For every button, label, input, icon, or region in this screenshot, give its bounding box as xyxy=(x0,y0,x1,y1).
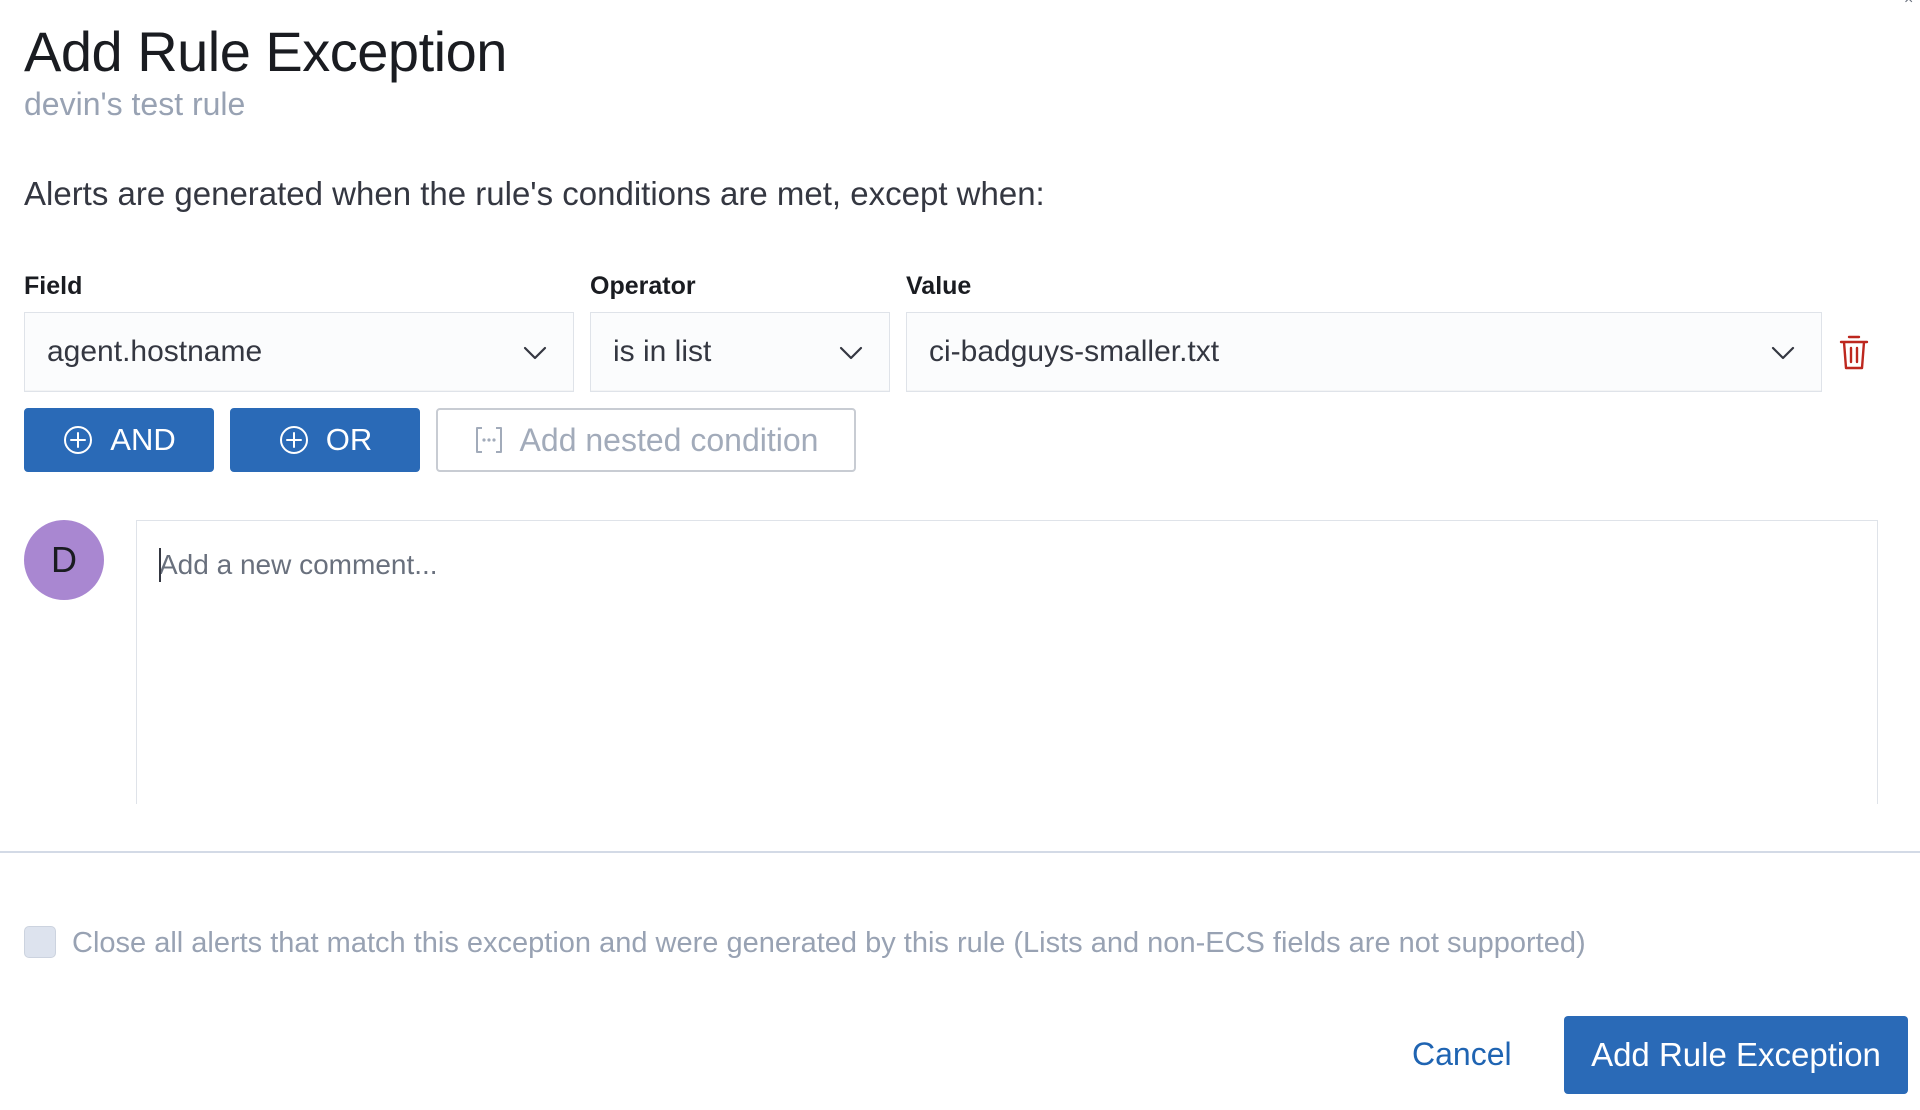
value-list-select[interactable]: ci-badguys-smaller.txt xyxy=(906,312,1822,392)
chevron-down-icon xyxy=(1771,346,1795,360)
close-alerts-label: Close all alerts that match this excepti… xyxy=(72,927,1586,959)
value-label: Value xyxy=(906,272,972,300)
text-cursor xyxy=(159,548,161,582)
and-button[interactable]: AND xyxy=(24,408,214,472)
add-rule-exception-button[interactable]: Add Rule Exception xyxy=(1564,1016,1908,1094)
chevron-down-icon xyxy=(839,346,863,360)
plus-circle-icon xyxy=(64,426,93,454)
value-select-value: ci-badguys-smaller.txt xyxy=(929,335,1220,368)
or-button-label: OR xyxy=(325,422,373,457)
field-select[interactable]: agent.hostname xyxy=(24,312,574,392)
field-select-value: agent.hostname xyxy=(47,335,263,368)
close-icon[interactable]: × xyxy=(1904,0,1920,6)
cancel-button[interactable]: Cancel xyxy=(1412,1034,1512,1074)
rule-name-subtitle: devin's test rule xyxy=(24,86,246,122)
chevron-down-icon xyxy=(523,346,547,360)
nested-bracket-icon xyxy=(475,427,502,453)
trash-icon[interactable] xyxy=(1836,332,1872,372)
operator-select-value: is in list xyxy=(613,335,712,368)
operator-select[interactable]: is in list xyxy=(590,312,890,392)
modal-title: Add Rule Exception xyxy=(24,20,507,83)
and-button-label: AND xyxy=(110,422,176,457)
exception-description: Alerts are generated when the rule's con… xyxy=(24,175,1045,212)
operator-label: Operator xyxy=(590,272,696,300)
field-label: Field xyxy=(24,272,83,300)
add-exception-modal: × Add Rule Exception devin's test rule A… xyxy=(0,0,1920,1110)
or-button[interactable]: OR xyxy=(230,408,420,472)
avatar: D xyxy=(24,520,104,600)
footer-divider xyxy=(0,851,1920,853)
close-alerts-checkbox[interactable] xyxy=(24,926,56,958)
add-nested-condition-button[interactable]: Add nested condition xyxy=(436,408,856,472)
plus-circle-icon xyxy=(279,426,308,454)
add-nested-condition-label: Add nested condition xyxy=(519,421,819,458)
comment-textarea[interactable] xyxy=(136,520,1878,804)
